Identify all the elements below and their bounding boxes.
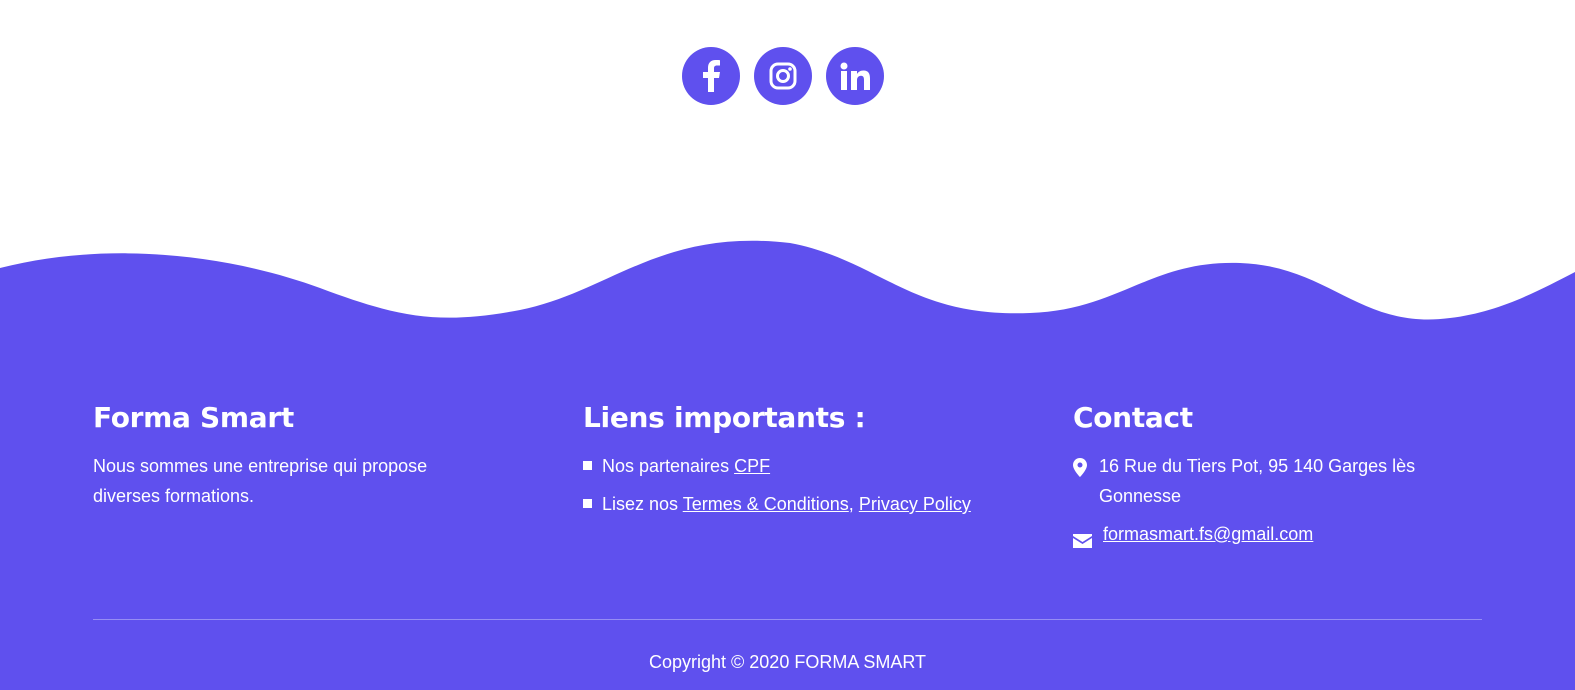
privacy-link[interactable]: Privacy Policy — [859, 494, 971, 514]
contact-address: 16 Rue du Tiers Pot, 95 140 Garges lès G… — [1073, 451, 1429, 511]
footer: Forma Smart Nous sommes une entreprise q… — [0, 330, 1575, 690]
cpf-link[interactable]: CPF — [734, 456, 770, 476]
contact-title: Contact — [1073, 401, 1193, 434]
address-text: 16 Rue du Tiers Pot, 95 140 Garges lès G… — [1099, 456, 1416, 506]
footer-divider — [93, 619, 1482, 620]
contact-column: Contact 16 Rue du Tiers Pot, 95 140 Garg… — [1073, 401, 1429, 565]
links-list: Nos partenaires CPF Lisez nos Termes & C… — [583, 451, 971, 519]
contact-email: formasmart.fs@gmail.com — [1073, 519, 1429, 557]
email-link[interactable]: formasmart.fs@gmail.com — [1103, 519, 1313, 557]
item-text: Nos partenaires CPF — [602, 451, 770, 481]
terms-link[interactable]: Termes & Conditions — [683, 494, 849, 514]
bullet — [583, 499, 592, 508]
links-column: Liens importants : Nos partenaires CPF L… — [583, 401, 971, 527]
about-title: Forma Smart — [93, 401, 294, 434]
map-marker-icon — [1073, 451, 1099, 511]
links-title: Liens importants : — [583, 401, 866, 434]
copyright-text: Copyright © 2020 FORMA SMART — [648, 652, 927, 672]
item-prefix: Lisez nos — [602, 494, 683, 514]
list-item: Nos partenaires CPF — [583, 451, 971, 481]
contact-list: 16 Rue du Tiers Pot, 95 140 Garges lès G… — [1073, 451, 1429, 557]
about-text: Nous sommes une entreprise qui propose d… — [93, 456, 428, 506]
envelope-icon — [1073, 519, 1103, 557]
separator: , — [848, 494, 854, 514]
item-text: Lisez nos Termes & Conditions, Privacy P… — [602, 489, 971, 519]
item-prefix: Nos partenaires — [602, 456, 735, 476]
about-column: Forma Smart Nous sommes une entreprise q… — [93, 401, 463, 511]
list-item: Lisez nos Termes & Conditions, Privacy P… — [583, 489, 971, 519]
bullet — [583, 461, 592, 470]
